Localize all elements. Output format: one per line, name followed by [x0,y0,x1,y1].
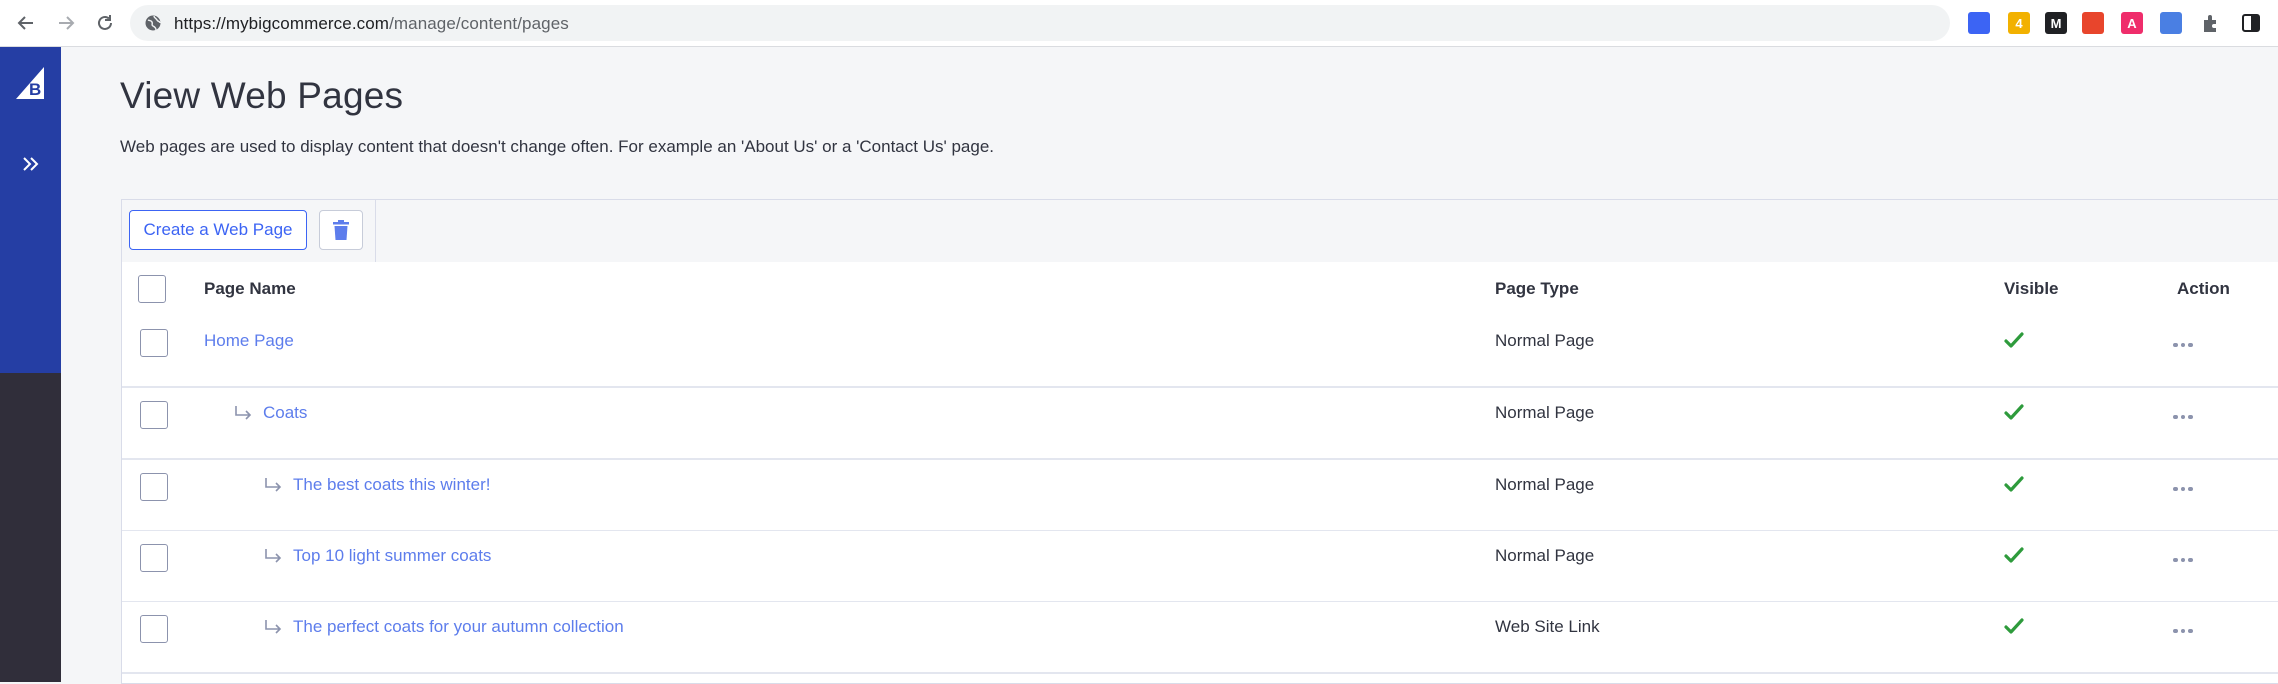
extension-label: A [2127,15,2137,31]
row-checkbox[interactable] [140,473,168,501]
sidebar: B [0,47,61,682]
row-checkbox[interactable] [140,615,168,643]
extension-blue-icon[interactable] [1968,12,1990,34]
site-info-icon[interactable] [144,14,162,32]
row-checkbox[interactable] [140,544,168,572]
table-row: The perfect coats for your autumn collec… [122,602,2278,674]
header-visible[interactable]: Visible [2004,279,2059,299]
extension-label: M [2050,15,2062,31]
svg-text:B: B [29,80,41,99]
dot [2180,628,2186,634]
dot [2188,628,2193,634]
pages-table-panel: Create a Web Page Page Name Page Type Vi… [121,199,2278,684]
dot [2180,342,2186,348]
page-name-link[interactable]: Coats [263,403,307,423]
child-page-arrow-icon [265,478,282,492]
dot [2180,557,2186,563]
extension-label: 4 [2015,15,2023,31]
extension-translate-icon[interactable] [2160,12,2182,34]
child-page-arrow-icon [265,549,282,563]
toolbar-divider [375,200,376,262]
page-type-cell: Web Site Link [1495,617,1600,636]
dot [2188,414,2193,420]
expand-sidebar-icon[interactable] [18,151,44,177]
bigcommerce-logo-icon[interactable]: B [14,65,48,101]
row-actions-menu-icon[interactable] [2170,334,2196,356]
extension-a-icon[interactable]: A [2121,12,2143,34]
table-row: The best coats this winter! Normal Page [122,460,2278,532]
dot [2173,342,2178,348]
browser-toolbar: https://mybigcommerce.com/manage/content… [0,0,2278,47]
visible-check-icon[interactable] [2004,403,2024,421]
delete-button[interactable] [319,210,363,250]
forward-button[interactable] [52,9,80,37]
row-checkbox[interactable] [140,401,168,429]
table-row: Top 10 light summer coats Normal Page [122,531,2278,603]
extensions-puzzle-icon[interactable] [2200,12,2222,34]
child-page-arrow-icon [265,620,282,634]
header-action: Action [2177,279,2230,298]
address-bar[interactable]: https://mybigcommerce.com/manage/content… [130,5,1950,41]
page-title: View Web Pages [120,75,404,116]
page-name-link[interactable]: The best coats this winter! [293,475,490,495]
extension-m-icon[interactable]: M [2045,12,2067,34]
page-name-link[interactable]: The perfect coats for your autumn collec… [293,617,624,637]
page-type-cell: Normal Page [1495,546,1595,565]
row-actions-menu-icon[interactable] [2170,406,2196,428]
extension-lock-icon[interactable] [2082,12,2104,34]
dot [2173,414,2178,420]
url-host: https://mybigcommerce.com [174,14,390,33]
header-page-name[interactable]: Page Name [204,279,296,299]
page-type-cell: Normal Page [1495,331,1595,350]
table-row: Home Page Normal Page [122,316,2278,388]
dot [2188,342,2193,348]
visible-check-icon[interactable] [2004,546,2024,564]
dot [2173,486,2178,492]
visible-check-icon[interactable] [2004,475,2024,493]
side-panel-icon[interactable] [2240,12,2262,34]
back-button[interactable] [12,9,40,37]
main-content: View Web Pages Web pages are used to dis… [61,47,2278,684]
visible-check-icon[interactable] [2004,331,2024,349]
row-checkbox[interactable] [140,329,168,357]
reload-icon [98,15,112,30]
dot [2188,486,2193,492]
visible-check-icon[interactable] [2004,617,2024,635]
row-actions-menu-icon[interactable] [2170,549,2196,571]
header-page-type[interactable]: Page Type [1495,279,1579,299]
extension-bulb-icon[interactable]: 4 [2008,12,2030,34]
page-name-link[interactable]: Top 10 light summer coats [293,546,491,566]
trash-icon [333,220,349,240]
dot [2173,628,2178,634]
table-toolbar: Create a Web Page [122,200,2278,263]
forward-arrow-icon [59,16,75,30]
page-description: Web pages are used to display content th… [120,137,994,156]
table-row: Coats Normal Page [122,388,2278,460]
table-header: Page Name Page Type Visible Action [122,262,2278,318]
url-path: /manage/content/pages [389,14,569,33]
dot [2173,557,2178,563]
reload-button[interactable] [91,9,119,37]
row-actions-menu-icon[interactable] [2170,478,2196,500]
dot [2188,557,2193,563]
page-name-link[interactable]: Home Page [204,331,294,351]
dot [2180,414,2186,420]
select-all-checkbox[interactable] [138,275,166,303]
dot [2180,486,2186,492]
create-web-page-button[interactable]: Create a Web Page [129,210,307,250]
sidebar-brand-area: B [0,47,61,373]
row-actions-menu-icon[interactable] [2170,620,2196,642]
page-type-cell: Normal Page [1495,475,1595,494]
back-arrow-icon [17,16,33,30]
url-text: https://mybigcommerce.com/manage/content… [174,14,569,34]
child-page-arrow-icon [235,406,252,420]
page-type-cell: Normal Page [1495,403,1595,422]
